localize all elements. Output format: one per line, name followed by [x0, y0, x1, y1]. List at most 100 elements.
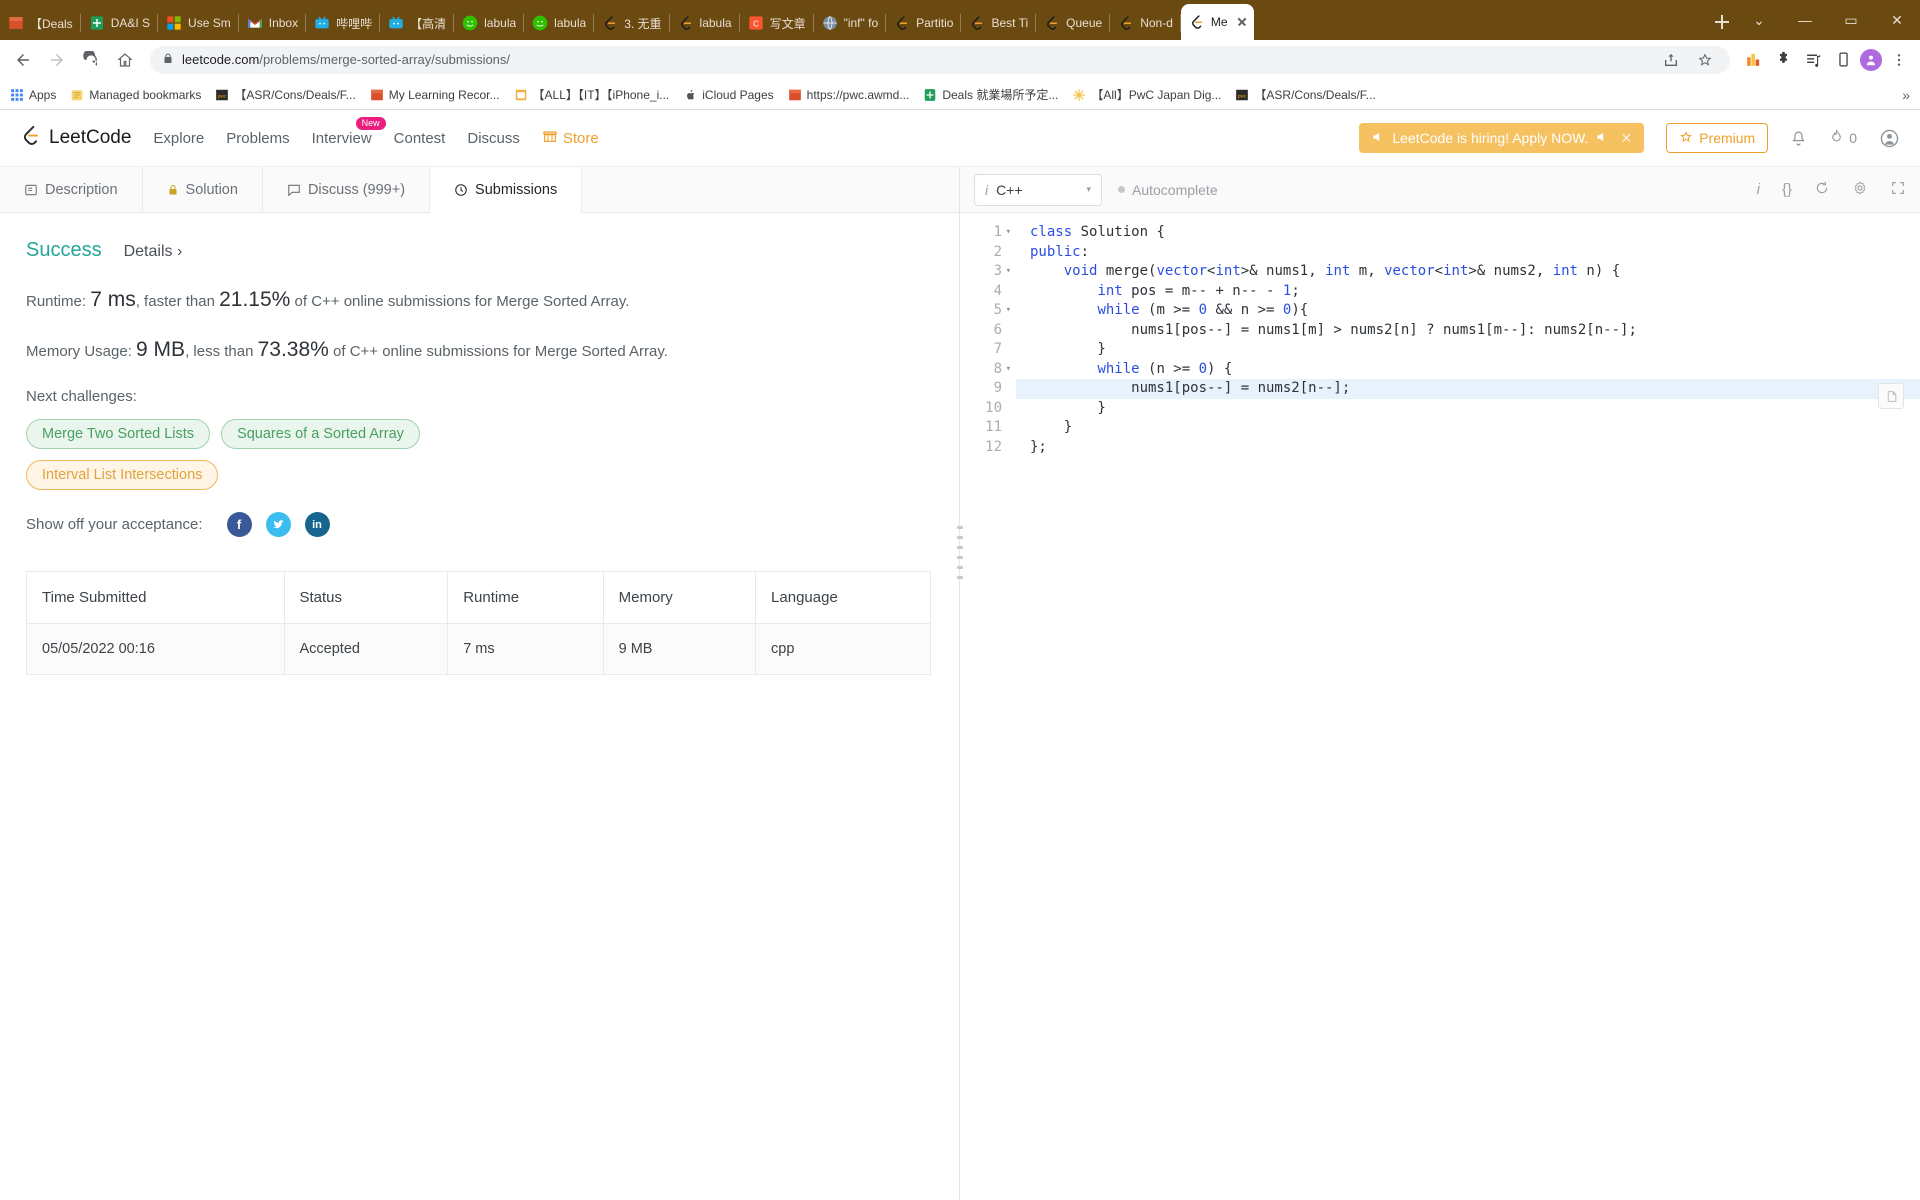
code-line[interactable]: nums1[pos--] = nums2[n--]; — [1016, 379, 1920, 399]
reload-button[interactable] — [76, 45, 106, 75]
language-select[interactable]: i C++ ▾ — [974, 173, 1102, 206]
user-avatar-icon[interactable] — [1879, 128, 1900, 149]
browser-tab-active[interactable]: Me — [1180, 4, 1254, 40]
new-tab-button[interactable] — [1708, 8, 1736, 36]
bookmark-item[interactable]: 【ALL】【IT】【iPhone_i... — [514, 86, 669, 103]
browser-tab[interactable]: labula — [524, 6, 595, 40]
reset-icon[interactable] — [1814, 180, 1830, 200]
bookmark-item[interactable]: pwc 【ASR/Cons/Deals/F... — [215, 86, 356, 103]
share-icon[interactable] — [1658, 47, 1684, 73]
code-line[interactable]: void merge(vector<int>& nums1, int m, ve… — [1030, 262, 1920, 282]
code-line[interactable]: class Solution { — [1030, 223, 1920, 243]
code-editor[interactable]: 1 ▾ 2 3 ▾ 4 5 ▾ 6 7 8 ▾ 9 10 11 12 class Solution {publ… — [960, 213, 1920, 1200]
leetcode-logo[interactable]: LeetCode — [20, 124, 131, 152]
notifications-bell-icon[interactable] — [1790, 130, 1807, 147]
challenge-chip[interactable]: Merge Two Sorted Lists — [26, 419, 211, 449]
nav-link-explore[interactable]: Explore — [153, 130, 204, 147]
bookmark-item[interactable]: Managed bookmarks — [70, 88, 201, 102]
hiring-banner-close-icon[interactable]: ✕ — [1620, 130, 1632, 147]
tab-discuss[interactable]: Discuss (999+) — [262, 167, 431, 212]
panel-resize-handle[interactable] — [954, 497, 966, 607]
bookmark-star-icon[interactable] — [1692, 47, 1718, 73]
browser-tab[interactable]: Inbox — [239, 6, 307, 40]
bookmark-item[interactable]: iCloud Pages — [683, 88, 774, 102]
submission-status[interactable]: Accepted — [284, 623, 449, 675]
browser-tab[interactable]: labula — [454, 6, 525, 40]
code-line[interactable]: } — [1030, 340, 1920, 360]
bookmark-item[interactable]: pwc 【ASR/Cons/Deals/F... — [1235, 86, 1376, 103]
tab-submissions[interactable]: Submissions — [430, 167, 583, 213]
autocomplete-toggle[interactable]: Autocomplete — [1118, 182, 1218, 198]
browser-tab[interactable]: Partitio — [886, 6, 962, 40]
minimize-button[interactable]: — — [1782, 4, 1828, 36]
collapse-button[interactable]: ⌄ — [1736, 4, 1782, 36]
browser-tab[interactable]: DA&I S — [81, 6, 159, 40]
bookmark-item[interactable]: My Learning Recor... — [370, 88, 500, 102]
fold-arrow-icon[interactable]: ▾ — [1006, 223, 1011, 243]
nav-store[interactable]: Store — [542, 128, 599, 148]
info-icon[interactable]: i — [1757, 181, 1760, 198]
extension-colorful-icon[interactable] — [1740, 47, 1766, 73]
code-line[interactable]: while (n >= 0) { — [1030, 360, 1920, 380]
forward-button[interactable] — [42, 45, 72, 75]
nav-link-interview[interactable]: Interview New — [312, 116, 386, 147]
maximize-button[interactable]: ▭ — [1828, 4, 1874, 36]
fold-arrow-icon[interactable]: ▾ — [1006, 301, 1011, 321]
bookmark-item[interactable]: 【All】PwC Japan Dig... — [1072, 86, 1221, 103]
streak-counter[interactable]: 0 — [1829, 128, 1857, 148]
nav-link-contest[interactable]: Contest — [394, 130, 446, 147]
challenge-chip[interactable]: Squares of a Sorted Array — [221, 419, 420, 449]
tab-description[interactable]: Description — [0, 167, 143, 212]
browser-tab[interactable]: 3. 无重 — [594, 6, 670, 40]
browser-tab[interactable]: Use Sm — [158, 6, 239, 40]
code-line[interactable]: nums1[pos--] = nums1[m] > nums2[n] ? num… — [1030, 321, 1920, 341]
home-button[interactable] — [110, 45, 140, 75]
browser-tab[interactable]: 哔哩哔 — [306, 6, 381, 40]
details-link[interactable]: Details › — [124, 243, 183, 261]
address-bar[interactable]: leetcode.com/problems/merge-sorted-array… — [150, 45, 1730, 74]
code-content[interactable]: class Solution {public: void merge(vecto… — [1016, 213, 1920, 1200]
bookmark-item[interactable]: https://pwc.awmd... — [788, 88, 909, 102]
browser-tab[interactable]: 【Deals — [0, 6, 81, 40]
tab-label: Description — [45, 181, 118, 198]
format-braces-icon[interactable]: {} — [1782, 181, 1792, 198]
browser-tab[interactable]: Non-d — [1110, 6, 1181, 40]
browser-tab[interactable]: Queue — [1036, 6, 1111, 40]
device-icon[interactable] — [1830, 47, 1856, 73]
profile-avatar[interactable] — [1860, 48, 1882, 71]
challenge-chip[interactable]: Interval List Intersections — [26, 460, 219, 490]
browser-tab[interactable]: 【高清 — [380, 6, 455, 40]
facebook-share-button[interactable]: f — [226, 512, 252, 537]
nav-link-discuss[interactable]: Discuss — [467, 130, 520, 147]
browser-tab[interactable]: C 写文章 — [740, 6, 814, 40]
hiring-banner[interactable]: LeetCode is hiring! Apply NOW. ✕ — [1359, 123, 1645, 153]
bookmark-item[interactable]: Apps — [10, 88, 56, 102]
premium-button[interactable]: Premium — [1666, 123, 1769, 153]
linkedin-share-button[interactable]: in — [304, 512, 330, 537]
extensions-puzzle-icon[interactable] — [1770, 47, 1796, 73]
tab-solution[interactable]: Solution — [142, 167, 263, 212]
close-icon[interactable] — [1234, 14, 1250, 30]
browser-tab[interactable]: "inf" fo — [814, 6, 887, 40]
settings-icon[interactable] — [1852, 180, 1868, 200]
browser-tab[interactable]: Best Ti — [961, 6, 1036, 40]
bookmark-item[interactable]: Deals 就業場所予定... — [923, 86, 1058, 103]
note-icon[interactable] — [1878, 383, 1904, 409]
twitter-share-button[interactable] — [265, 512, 291, 537]
nav-link-problems[interactable]: Problems — [226, 130, 289, 147]
fullscreen-icon[interactable] — [1890, 180, 1906, 200]
code-line[interactable]: } — [1030, 399, 1920, 419]
code-line[interactable]: } — [1030, 418, 1920, 438]
reading-list-icon[interactable] — [1800, 47, 1826, 73]
chrome-menu-icon[interactable] — [1886, 47, 1912, 73]
code-line[interactable]: }; — [1030, 438, 1920, 458]
fold-arrow-icon[interactable]: ▾ — [1006, 360, 1011, 380]
code-line[interactable]: public: — [1030, 243, 1920, 263]
code-line[interactable]: int pos = m-- + n-- - 1; — [1030, 282, 1920, 302]
back-button[interactable] — [8, 45, 38, 75]
close-window-button[interactable]: ✕ — [1874, 4, 1920, 36]
fold-arrow-icon[interactable]: ▾ — [1006, 262, 1011, 282]
bookmarks-overflow-button[interactable]: » — [1902, 87, 1910, 103]
code-line[interactable]: while (m >= 0 && n >= 0){ — [1030, 301, 1920, 321]
browser-tab[interactable]: labula — [670, 6, 740, 40]
